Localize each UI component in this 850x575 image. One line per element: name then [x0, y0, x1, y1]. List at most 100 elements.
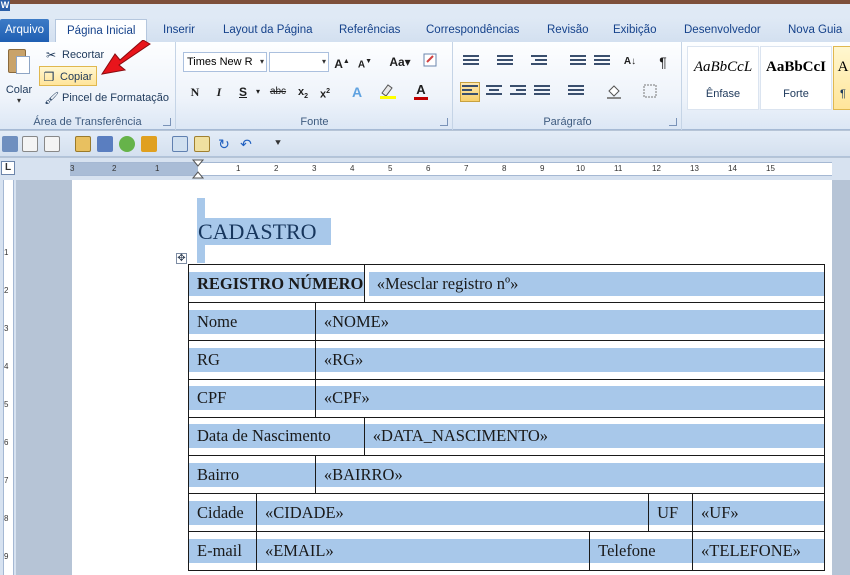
globe-icon[interactable]	[119, 136, 135, 152]
style-forte[interactable]: AaBbCcI Forte	[760, 46, 832, 110]
table-value-cell[interactable]: «Mesclar registro nº»	[363, 263, 826, 304]
decrease-indent-button[interactable]	[568, 52, 588, 72]
tab-arquivo[interactable]: Arquivo	[0, 19, 49, 42]
edit-icon[interactable]	[172, 136, 188, 152]
table-row: REGISTRO NÚMERO «Mesclar registro nº»	[188, 263, 826, 304]
save-icon[interactable]	[97, 136, 113, 152]
multilevel-list-button[interactable]	[528, 52, 556, 72]
copy-button[interactable]: ❐ Copiar	[39, 66, 98, 86]
table-label-cell[interactable]: Bairro	[188, 454, 316, 495]
row-value: «NOME»	[315, 309, 824, 334]
tab-layout-da-pagina[interactable]: Layout da Página	[223, 19, 313, 42]
clear-formatting-icon[interactable]	[420, 52, 440, 72]
registration-table[interactable]: REGISTRO NÚMERO «Mesclar registro nº» No…	[188, 263, 826, 571]
font-launcher-icon[interactable]	[440, 118, 448, 126]
table-icon[interactable]	[2, 136, 18, 152]
format-painter-button[interactable]: 🖌 Pincel de Formatação	[42, 88, 173, 108]
zoom-icon[interactable]	[44, 136, 60, 152]
table-value-cell[interactable]: «DATA_NASCIMENTO»	[363, 416, 826, 456]
tab-correspondencias[interactable]: Correspondências	[426, 19, 519, 42]
table-label-cell[interactable]: RG	[188, 340, 316, 380]
bold-button[interactable]: N	[185, 82, 205, 102]
table-label-cell[interactable]: E-mail	[188, 531, 257, 571]
print-preview-icon[interactable]	[22, 136, 38, 152]
borders-button[interactable]	[638, 82, 664, 102]
row-label: Bairro	[189, 462, 315, 487]
table-value-cell[interactable]: «EMAIL»	[255, 531, 591, 571]
line-spacing-button[interactable]	[562, 82, 588, 102]
font-color-button[interactable]: A	[411, 82, 431, 102]
table-move-handle-icon[interactable]: ✥	[176, 253, 187, 264]
align-right-button[interactable]	[508, 82, 528, 102]
note-icon[interactable]	[194, 136, 210, 152]
spelling-icon[interactable]	[141, 136, 157, 152]
undo-icon[interactable]: ↶	[238, 136, 254, 152]
table-value-cell[interactable]: «CPF»	[314, 378, 826, 418]
underline-button[interactable]: S	[233, 82, 253, 102]
row-label: Nome	[189, 309, 315, 334]
tab-inserir[interactable]: Inserir	[163, 19, 195, 42]
customize-toolbar-icon[interactable]: ⯆	[270, 136, 286, 152]
table-value-cell[interactable]: «RG»	[314, 340, 826, 380]
text-effects-button[interactable]: A	[347, 82, 367, 102]
tab-selector-icon[interactable]: L	[1, 161, 15, 175]
tab-desenvolvedor[interactable]: Desenvolvedor	[684, 19, 761, 42]
italic-button[interactable]: I	[209, 82, 229, 102]
subscript-button[interactable]: x2	[293, 82, 313, 102]
tab-nova-guia[interactable]: Nova Guia	[788, 19, 842, 42]
clipboard-launcher-icon[interactable]	[163, 118, 171, 126]
numbering-button[interactable]	[494, 52, 522, 72]
vruler-number: 6	[4, 438, 9, 447]
table-value-cell[interactable]: «UF»	[692, 493, 825, 533]
selection-highlight	[197, 245, 205, 263]
ruler-strip[interactable]: 3 2 1 1 2 3 4 5 6 7 8 9 10 11 12 13 14 1…	[70, 159, 832, 179]
style-enfase-name: Ênfase	[705, 88, 741, 100]
table-value-cell[interactable]: «CIDADE»	[255, 493, 650, 533]
highlight-color-button[interactable]	[377, 82, 401, 102]
grow-font-button[interactable]: A▲	[332, 52, 352, 72]
strikethrough-button[interactable]: abc	[266, 82, 290, 102]
justify-button[interactable]	[532, 82, 552, 102]
shrink-font-button[interactable]: A▼	[355, 52, 375, 72]
paste-dropdown-icon[interactable]: ▾	[4, 96, 34, 105]
font-size-select[interactable]: ▾	[269, 52, 329, 72]
table-label-cell[interactable]: Telefone	[589, 531, 694, 571]
underline-dropdown-icon[interactable]: ▾	[253, 82, 263, 102]
table-label-cell[interactable]: Data de Nascimento	[188, 416, 365, 456]
document-title[interactable]: CADASTRO	[197, 218, 331, 245]
table-label-cell[interactable]: Cidade	[188, 493, 257, 533]
redo-icon[interactable]: ↻	[216, 136, 232, 152]
ruler-number: 8	[502, 164, 507, 173]
superscript-button[interactable]: x2	[315, 82, 335, 102]
paste-button[interactable]: Colar ▾	[4, 46, 34, 110]
change-case-button[interactable]: Aa▾	[387, 52, 413, 72]
table-value-cell[interactable]: «TELEFONE»	[692, 531, 825, 571]
align-left-button[interactable]	[460, 82, 480, 102]
vruler-number: 1	[4, 248, 9, 257]
align-center-button[interactable]	[484, 82, 504, 102]
tab-exibicao[interactable]: Exibição	[613, 19, 656, 42]
sort-button[interactable]: A↓	[620, 52, 640, 72]
table-label-cell[interactable]: UF	[648, 493, 694, 533]
table-label-cell[interactable]: REGISTRO NÚMERO	[188, 263, 365, 304]
indent-marker-icon[interactable]	[192, 159, 204, 179]
table-value-cell[interactable]: «NOME»	[314, 302, 826, 342]
table-row: Data de Nascimento «DATA_NASCIMENTO»	[188, 416, 826, 456]
document-page[interactable]: CADASTRO ✥ REGISTRO NÚMERO «Mesclar regi…	[72, 180, 832, 575]
table-value-cell[interactable]: «BAIRRO»	[314, 454, 826, 495]
tab-pagina-inicial[interactable]: Página Inicial	[55, 19, 148, 42]
style-enfase[interactable]: AaBbCcL Ênfase	[687, 46, 759, 110]
tab-referencias[interactable]: Referências	[339, 19, 400, 42]
font-family-select[interactable]: Times New R ▾	[183, 52, 267, 72]
style-normal[interactable]: A ¶	[833, 46, 850, 110]
increase-indent-button[interactable]	[592, 52, 612, 72]
paragraph-launcher-icon[interactable]	[669, 118, 677, 126]
shading-button[interactable]	[602, 82, 628, 102]
pilcrow-icon[interactable]: ¶	[653, 52, 673, 72]
table-label-cell[interactable]: Nome	[188, 302, 316, 342]
open-folder-icon[interactable]	[75, 136, 91, 152]
table-label-cell[interactable]: CPF	[188, 378, 316, 418]
row-label: UF	[649, 500, 693, 525]
tab-revisao[interactable]: Revisão	[547, 19, 589, 42]
bullets-button[interactable]	[460, 52, 488, 72]
